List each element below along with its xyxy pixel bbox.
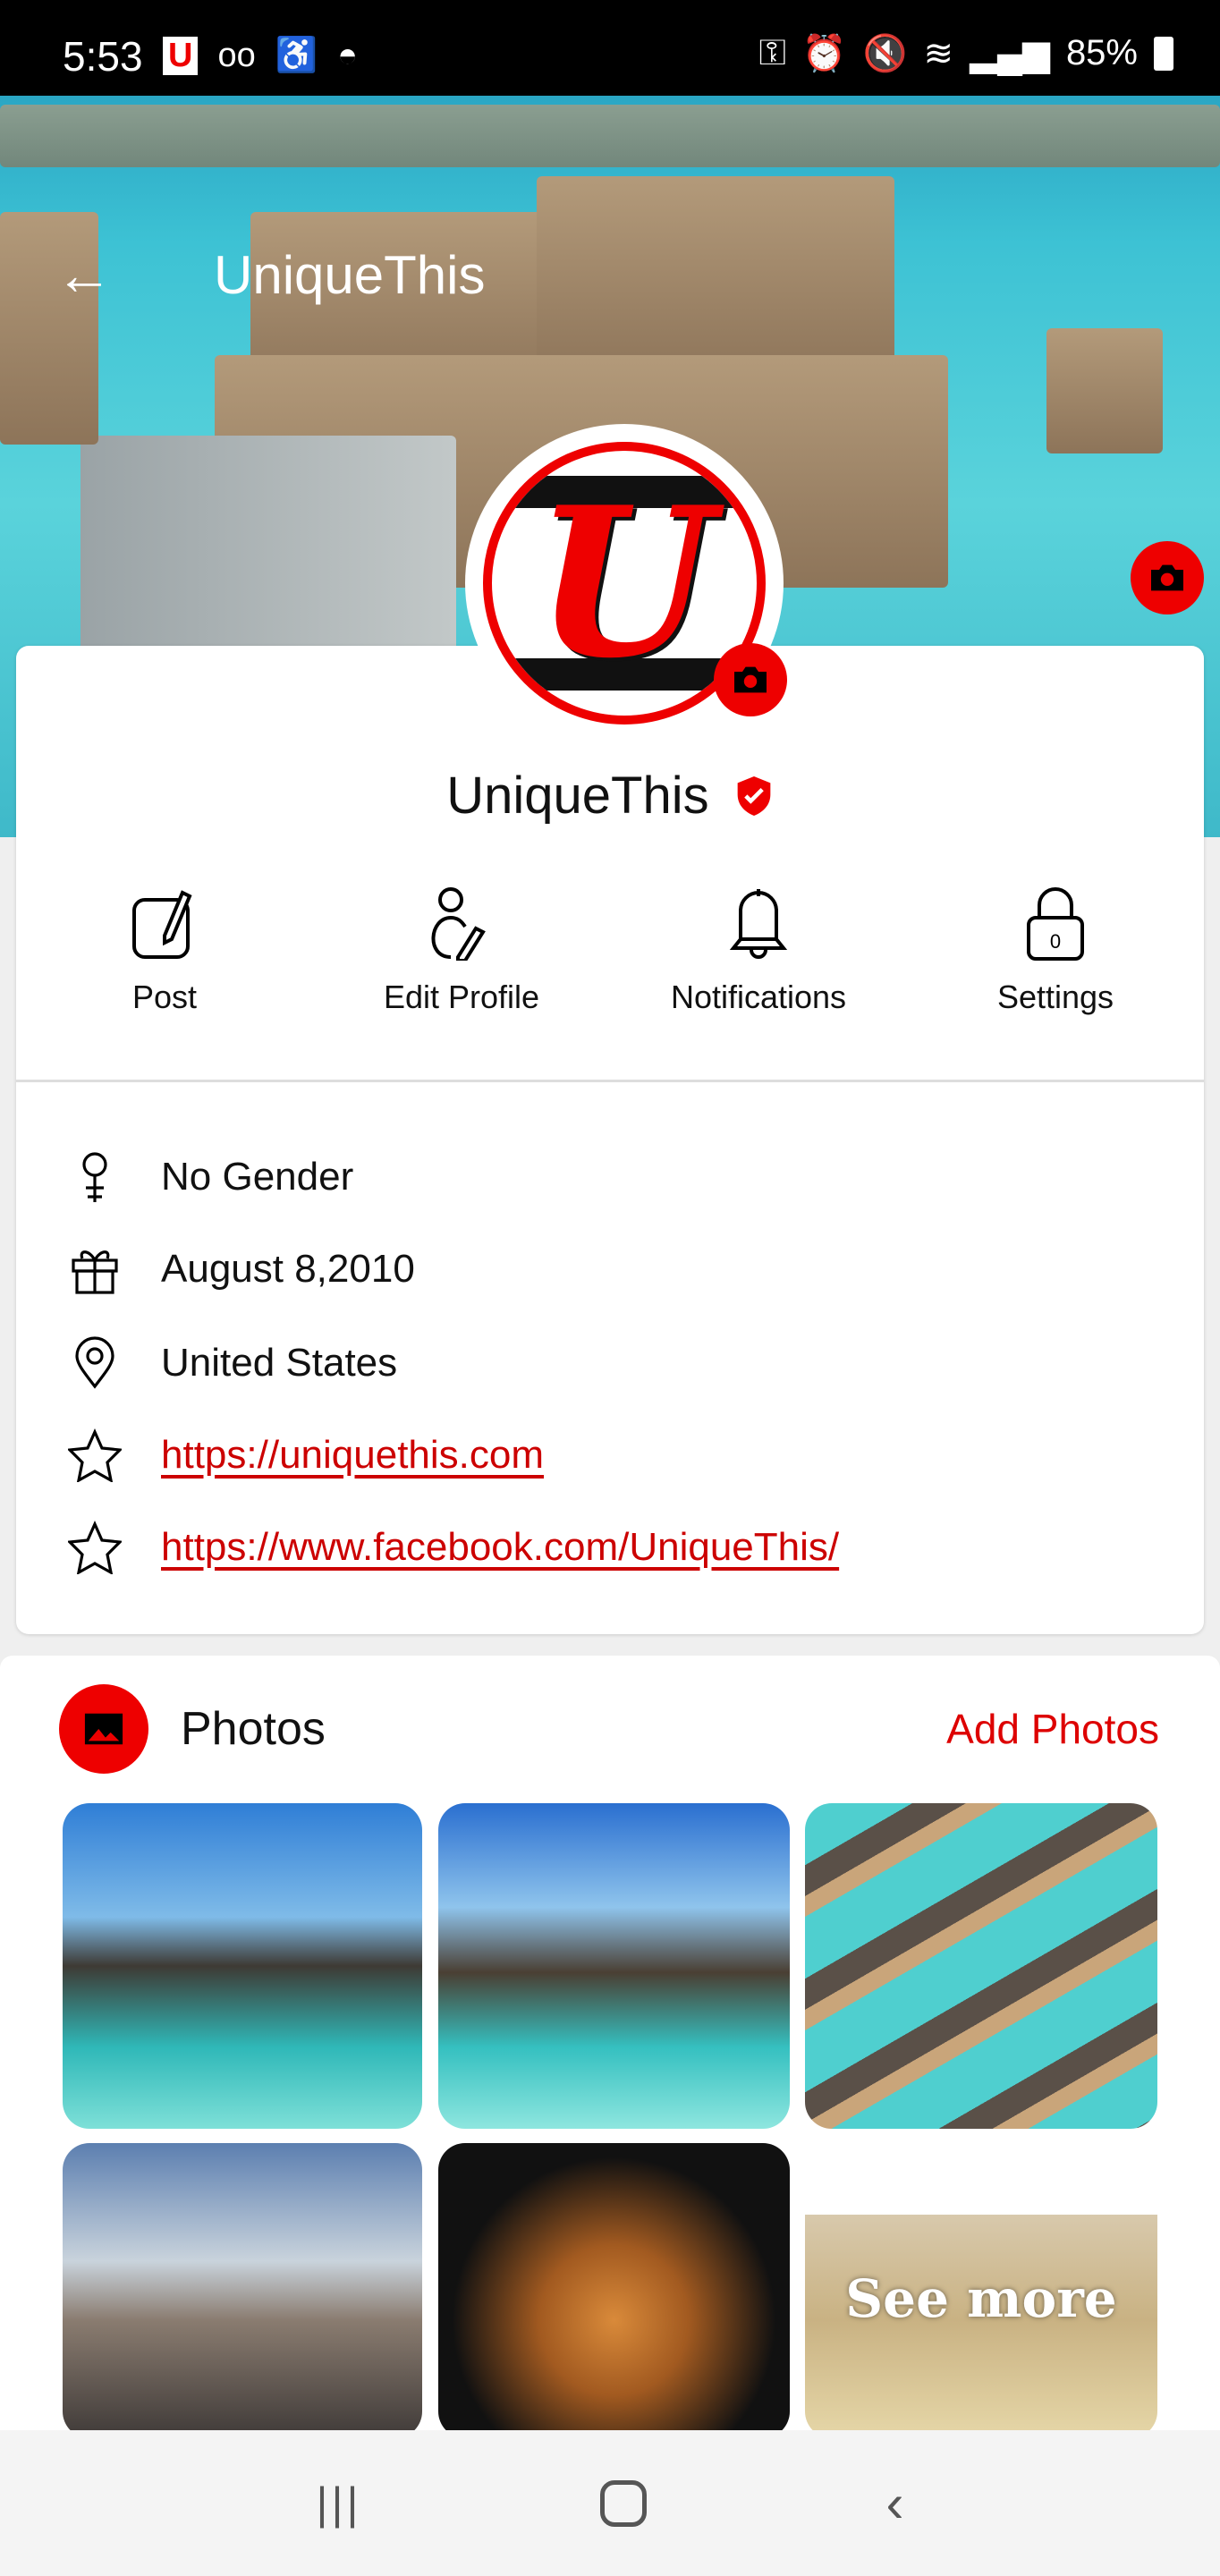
profile-actions: Post Edit Profile Notifications 0 Settin… <box>16 886 1204 1016</box>
home-icon[interactable] <box>600 2479 648 2527</box>
svg-text:0: 0 <box>1050 930 1061 953</box>
camera-icon <box>1151 564 1183 591</box>
post-button[interactable]: Post <box>16 886 313 1016</box>
back-nav-icon[interactable]: ‹ <box>886 2472 904 2534</box>
photo-thumbnail[interactable] <box>438 1803 790 2129</box>
see-more-thumbnail[interactable]: See more <box>805 2143 1157 2438</box>
settings-label: Settings <box>996 979 1114 1015</box>
key-icon: ⚿ <box>758 33 786 72</box>
facebook-link[interactable]: https://www.facebook.com/UniqueThis/ <box>161 1525 839 1570</box>
battery-icon <box>1154 36 1173 71</box>
website-link[interactable]: https://uniquethis.com <box>161 1433 544 1478</box>
profile-name-row: UniqueThis <box>0 762 1220 826</box>
header-title: UniqueThis <box>214 245 486 305</box>
signal-icon: ▂▄▆ <box>970 33 1050 73</box>
gender-value: No Gender <box>161 1155 354 1199</box>
star-icon <box>68 1521 122 1574</box>
battery-level: 85% <box>1065 33 1138 72</box>
photo-thumbnail[interactable] <box>805 1803 1157 2129</box>
mute-icon: 🔇 <box>862 34 908 73</box>
change-cover-button[interactable] <box>1131 541 1204 614</box>
accessibility-icon: ♿ <box>275 37 318 74</box>
edit-profile-button[interactable]: Edit Profile <box>313 886 610 1016</box>
alarm-icon: ⏰ <box>801 34 847 73</box>
gift-icon <box>72 1250 118 1294</box>
status-bar: 5:53 U oo ♿ ◓ ⚿ ⏰ 🔇 ≋ ▂▄▆ 85% <box>0 0 1220 96</box>
back-arrow-icon[interactable]: ← <box>55 246 113 303</box>
see-more-label: See more <box>845 2268 1117 2329</box>
location-value: United States <box>161 1341 398 1385</box>
status-time: 5:53 <box>63 33 143 80</box>
camera-icon <box>734 666 767 693</box>
voicemail-icon: oo <box>217 36 256 74</box>
image-icon <box>84 1713 123 1745</box>
vpn-icon: ◓ <box>337 36 359 74</box>
photo-thumbnail[interactable] <box>63 1803 422 2129</box>
photos-title: Photos <box>181 1703 326 1755</box>
location-pin-icon <box>75 1336 114 1389</box>
edit-profile-label: Edit Profile <box>383 979 540 1015</box>
post-label: Post <box>131 979 198 1015</box>
change-avatar-button[interactable] <box>714 643 787 716</box>
recent-apps-icon[interactable]: ||| <box>317 2478 362 2529</box>
divider <box>16 1080 1204 1082</box>
edit-icon <box>132 890 192 959</box>
app-notification-icon: U <box>163 36 199 75</box>
settings-button[interactable]: 0 Settings <box>907 886 1204 1016</box>
birthday-value: August 8,2010 <box>161 1247 415 1291</box>
system-nav-bar: ||| ‹ <box>0 2430 1220 2576</box>
notifications-button[interactable]: Notifications <box>610 886 907 1016</box>
add-photos-link[interactable]: Add Photos <box>946 1705 1159 1753</box>
wifi-icon: ≋ <box>923 33 954 73</box>
lock-icon: 0 <box>1027 887 1084 961</box>
photo-thumbnail[interactable] <box>63 2143 422 2438</box>
user-edit-icon <box>431 887 486 961</box>
notifications-label: Notifications <box>670 979 847 1015</box>
profile-name: UniqueThis <box>446 767 709 826</box>
photos-icon-badge <box>59 1684 148 1774</box>
photo-thumbnail[interactable] <box>438 2143 790 2438</box>
gender-icon <box>82 1152 107 1202</box>
bell-icon <box>729 889 788 959</box>
verified-shield-icon <box>737 775 771 816</box>
star-icon <box>68 1428 122 1482</box>
